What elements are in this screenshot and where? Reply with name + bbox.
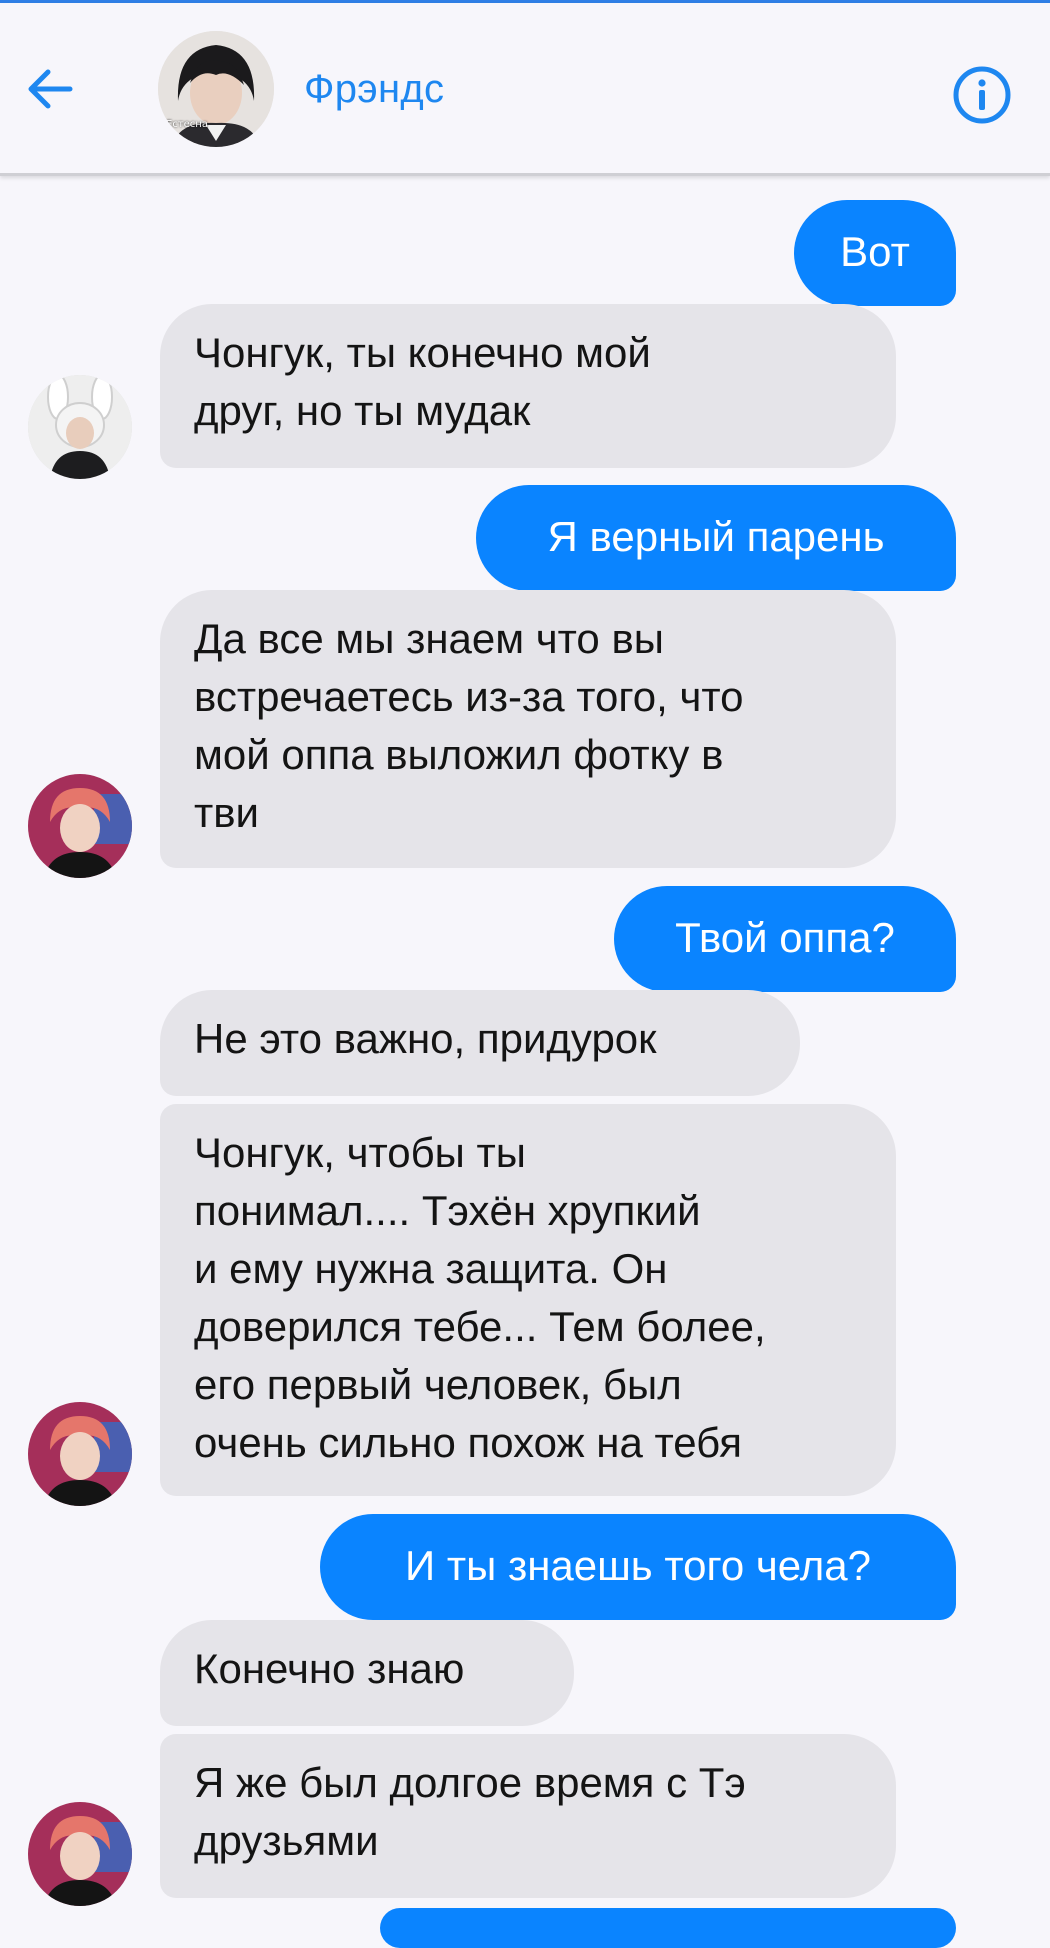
contact-avatar[interactable]: Естесна (158, 31, 274, 147)
avatar-sender-3[interactable] (28, 1402, 132, 1506)
chat-title[interactable]: Фрэндс (304, 67, 444, 112)
avatar-photo (28, 375, 132, 479)
incoming-message[interactable]: Конечно знаю (160, 1620, 574, 1726)
outgoing-message[interactable]: Вот (794, 200, 956, 306)
outgoing-message[interactable]: Я верный парень (476, 485, 956, 591)
avatar-photo (28, 1802, 132, 1906)
incoming-message[interactable]: Да все мы знаем что вы встречаетесь из-з… (160, 590, 896, 868)
avatar-caption: Естесна (166, 119, 208, 130)
avatar-photo (28, 1402, 132, 1506)
info-icon (953, 66, 1011, 124)
outgoing-message[interactable]: Твой оппа? (614, 886, 956, 992)
arrow-left-icon (28, 69, 73, 109)
avatar-sender-1[interactable] (28, 375, 132, 479)
incoming-message[interactable]: Я же был долгое время с Тэ друзьями (160, 1734, 896, 1898)
back-button[interactable] (22, 61, 78, 117)
avatar-photo (28, 774, 132, 878)
incoming-message[interactable]: Чонгук, ты конечно мой друг, но ты мудак (160, 304, 896, 468)
chat-header: Естесна Фрэндс (0, 3, 1050, 176)
info-button[interactable] (952, 65, 1012, 125)
outgoing-message[interactable]: И ты знаешь того чела? (320, 1514, 956, 1620)
avatar-sender-2[interactable] (28, 774, 132, 878)
incoming-message[interactable]: Чонгук, чтобы ты понимал.... Тэхён хрупк… (160, 1104, 896, 1496)
partial-outgoing-message (380, 1908, 956, 1948)
avatar-sender-4[interactable] (28, 1802, 132, 1906)
incoming-message[interactable]: Не это важно, придурок (160, 990, 800, 1096)
